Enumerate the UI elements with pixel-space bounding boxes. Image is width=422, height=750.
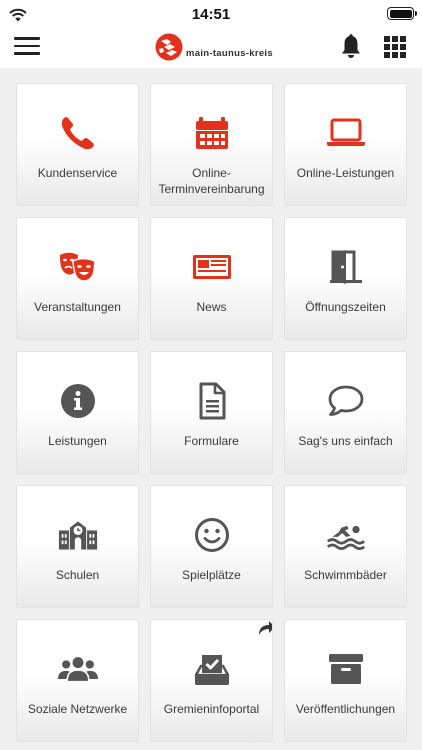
app-header: main-taunus-kreis bbox=[0, 28, 422, 68]
tile-oeffnungszeiten[interactable]: Öffnungszeiten bbox=[284, 217, 407, 340]
tile-label: Veranstaltungen bbox=[34, 300, 121, 314]
newspaper-icon bbox=[192, 255, 231, 279]
tile-schwimmbaeder[interactable]: Schwimmbäder bbox=[284, 485, 407, 608]
speech-bubble-icon bbox=[328, 385, 363, 416]
external-link-icon bbox=[259, 621, 272, 635]
tile-label: Online-Leistungen bbox=[296, 166, 395, 180]
tile-online-terminvereinbarung[interactable]: Online- Terminvereinbarung bbox=[150, 83, 273, 206]
tile-label: Kundenservice bbox=[37, 166, 118, 180]
tile-label: Formulare bbox=[184, 434, 239, 448]
document-icon bbox=[199, 382, 225, 420]
status-bar: 14:51 bbox=[0, 0, 422, 28]
tile-label: Schwimmbäder bbox=[304, 568, 387, 582]
status-time: 14:51 bbox=[191, 6, 231, 23]
tile-label: Online- Terminvereinbarung bbox=[158, 166, 265, 196]
tile-sags-uns-einfach[interactable]: Sag's uns einfach bbox=[284, 351, 407, 474]
smiley-icon bbox=[194, 518, 229, 552]
tile-label: Gremieninfoportal bbox=[163, 702, 260, 716]
logo: main-taunus-kreis bbox=[155, 32, 273, 62]
tile-kundenservice[interactable]: Kundenservice bbox=[16, 83, 139, 206]
phone-icon bbox=[61, 117, 94, 150]
tile-veroeffentlichungen[interactable]: Veröffentlichungen bbox=[284, 619, 407, 742]
battery-icon bbox=[387, 7, 417, 20]
school-icon bbox=[58, 521, 97, 550]
tile-online-leistungen[interactable]: Online-Leistungen bbox=[284, 83, 407, 206]
tile-spielplaetze[interactable]: Spielplätze bbox=[150, 485, 273, 608]
logo-text: main-taunus-kreis bbox=[186, 47, 273, 59]
tile-leistungen[interactable]: Leistungen bbox=[16, 351, 139, 474]
archive-box-icon bbox=[328, 654, 363, 684]
tile-label: News bbox=[196, 300, 227, 314]
tile-gremieninfoportal[interactable]: Gremieninfoportal bbox=[150, 619, 273, 742]
hamburger-menu-button[interactable] bbox=[14, 37, 40, 59]
info-icon bbox=[60, 384, 95, 418]
tile-label: Schulen bbox=[55, 568, 100, 582]
calendar-icon bbox=[195, 117, 228, 149]
theater-masks-icon bbox=[59, 252, 96, 282]
ballot-box-icon bbox=[194, 655, 229, 685]
users-icon bbox=[57, 657, 98, 681]
tile-soziale-netzwerke[interactable]: Soziale Netzwerke bbox=[16, 619, 139, 742]
tile-label: Leistungen bbox=[48, 434, 107, 448]
door-icon bbox=[329, 250, 362, 284]
laptop-icon bbox=[326, 118, 365, 146]
tile-label: Soziale Netzwerke bbox=[27, 702, 128, 716]
logo-emblem-icon bbox=[155, 33, 183, 61]
bell-icon[interactable] bbox=[340, 34, 362, 60]
tile-label: Sag's uns einfach bbox=[298, 434, 393, 448]
tile-news[interactable]: News bbox=[150, 217, 273, 340]
service-grid: Kundenservice Online- Terminvereinbarung… bbox=[16, 83, 407, 742]
tile-label: Veröffentlichungen bbox=[295, 702, 396, 716]
tile-label: Spielplätze bbox=[182, 568, 241, 582]
tile-veranstaltungen[interactable]: Veranstaltungen bbox=[16, 217, 139, 340]
apps-grid-icon[interactable] bbox=[384, 36, 406, 58]
tile-label: Öffnungszeiten bbox=[305, 300, 386, 314]
tile-schulen[interactable]: Schulen bbox=[16, 485, 139, 608]
swimmer-icon bbox=[326, 525, 365, 550]
tile-formulare[interactable]: Formulare bbox=[150, 351, 273, 474]
